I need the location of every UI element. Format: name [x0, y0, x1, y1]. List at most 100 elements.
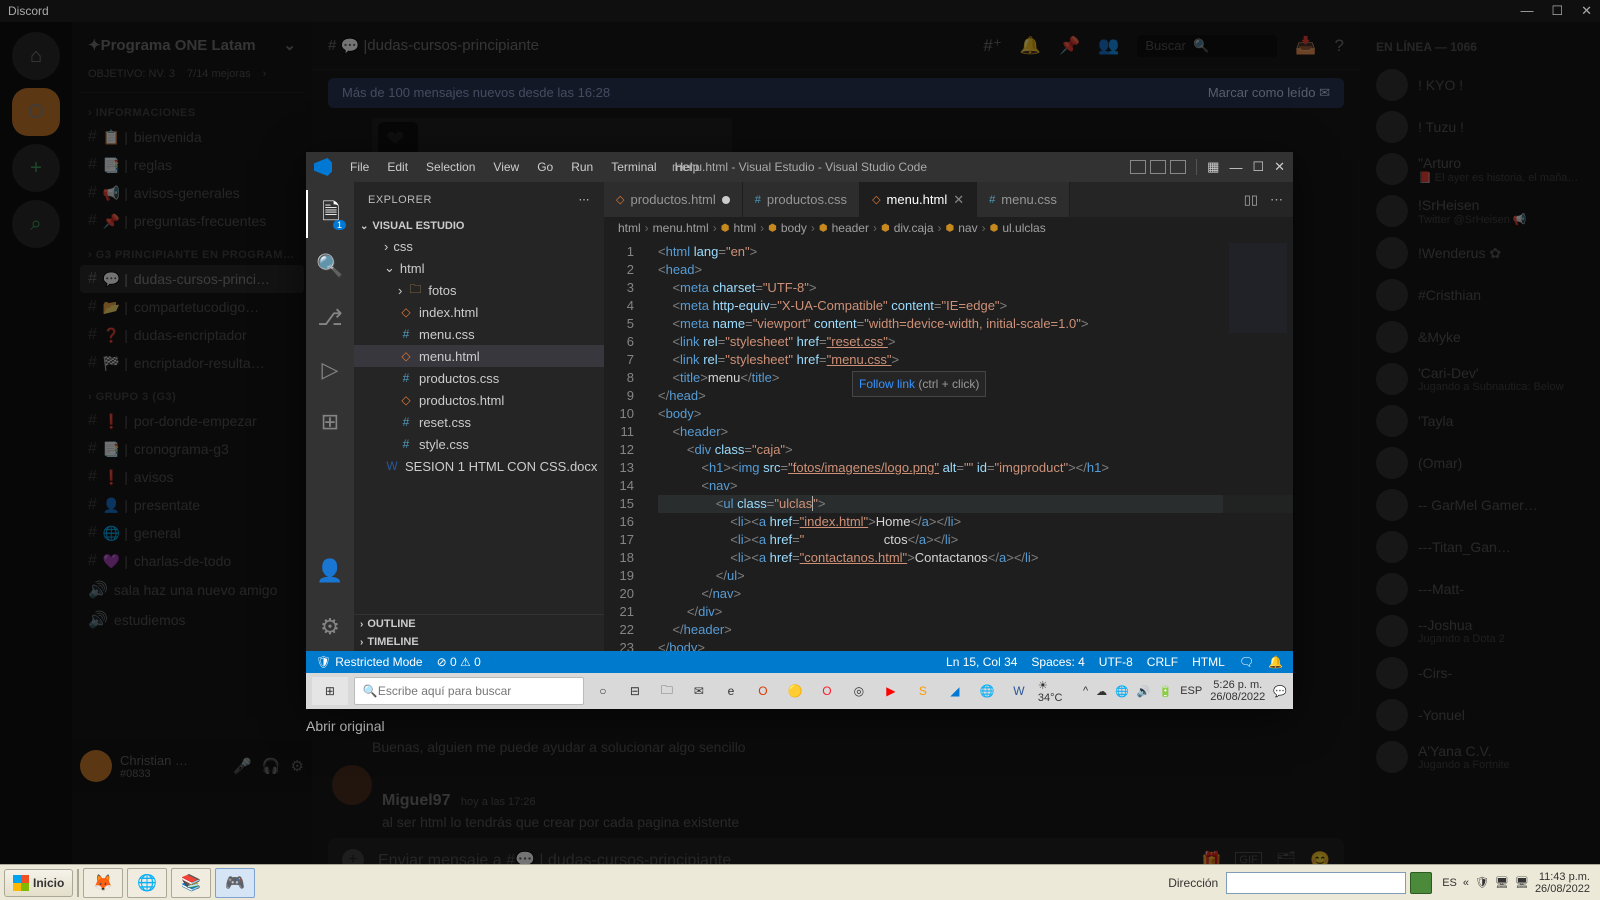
tree-file-prodhtml[interactable]: ◇productos.html — [354, 389, 604, 411]
member-item[interactable]: !Wenderus ✿ — [1370, 232, 1590, 274]
tree-file-reset[interactable]: #reset.css — [354, 411, 604, 433]
code-editor[interactable]: 1234567891011121314151617181920212223242… — [604, 239, 1293, 651]
member-item[interactable]: 'Tayla — [1370, 400, 1590, 442]
winrar-taskbar-icon[interactable]: 📚 — [171, 868, 211, 898]
menu-file[interactable]: File — [342, 156, 377, 178]
explorer-icon[interactable]: 🗎1 — [306, 190, 354, 238]
more-icon[interactable]: ⋯ — [579, 193, 591, 206]
eol-status[interactable]: CRLF — [1147, 655, 1178, 669]
chrome-taskbar-icon[interactable]: 🌐 — [127, 868, 167, 898]
channel-avisos2[interactable]: #❗ | avisos — [80, 463, 304, 491]
member-item[interactable]: "Arturo📕 El ayer es historia, el maña… — [1370, 148, 1590, 190]
sublime-icon[interactable]: S — [910, 678, 936, 704]
address-go-button[interactable] — [1410, 872, 1432, 894]
inbox-icon[interactable]: 📥 — [1295, 36, 1316, 56]
breadcrumb-segment[interactable]: ul.ulclas — [1002, 221, 1045, 235]
tree-file-index[interactable]: ◇index.html — [354, 301, 604, 323]
address-input[interactable] — [1226, 872, 1406, 894]
tree-file-style[interactable]: #style.css — [354, 433, 604, 455]
task-view-icon[interactable]: ⊟ — [622, 678, 648, 704]
avatar[interactable] — [80, 750, 112, 782]
chrome-icon[interactable]: 🌐 — [974, 678, 1000, 704]
vscode-menu[interactable]: FileEditSelectionViewGoRunTerminalHelp — [342, 156, 707, 178]
channel-encriptador[interactable]: #❓ | dudas-encriptador — [80, 321, 304, 349]
file-explorer-icon[interactable]: 🗀 — [654, 678, 680, 704]
language-indicator[interactable]: ESP — [1180, 685, 1202, 697]
tree-file-prodcss[interactable]: #productos.css — [354, 367, 604, 389]
encoding-status[interactable]: UTF-8 — [1099, 655, 1133, 669]
extensions-icon[interactable]: ⊞ — [306, 398, 354, 446]
breadcrumb-segment[interactable]: html — [733, 221, 756, 235]
breadcrumb-segment[interactable]: html — [618, 221, 641, 235]
minimize-icon[interactable]: — — [1520, 3, 1533, 19]
onedrive-icon[interactable]: ☁ — [1096, 685, 1107, 698]
settings-icon[interactable]: ⚙ — [291, 757, 304, 775]
feedback-icon[interactable]: 🗨 — [1239, 655, 1254, 669]
mark-read-button[interactable]: Marcar como leído ✉ — [1208, 85, 1330, 101]
minimize-icon[interactable]: — — [1229, 160, 1242, 175]
member-item[interactable]: (Omar) — [1370, 442, 1590, 484]
message-author[interactable]: Miguel97 — [382, 792, 450, 809]
channel-general[interactable]: #🌐 | general — [80, 519, 304, 547]
chrome-gray-icon[interactable]: ◎ — [846, 678, 872, 704]
language-status[interactable]: HTML — [1192, 655, 1225, 669]
member-item[interactable]: ---Matt- — [1370, 568, 1590, 610]
accounts-icon[interactable]: 👤 — [306, 551, 354, 599]
breadcrumb[interactable]: html›menu.html›⬢html›⬢body›⬢header›⬢div.… — [604, 217, 1293, 239]
cursor-position[interactable]: Ln 15, Col 34 — [946, 655, 1017, 669]
discord-taskbar-icon[interactable]: 🎮 — [215, 868, 255, 898]
vscode-taskbar-icon[interactable]: ◢ — [942, 678, 968, 704]
tray-chevron-icon[interactable]: « — [1463, 877, 1469, 889]
channel-dudas-cursos[interactable]: #💬 | dudas-cursos-princi… — [80, 265, 304, 293]
tab-menu-css[interactable]: #menu.css — [977, 182, 1070, 217]
avatar[interactable] — [332, 765, 372, 805]
tab-menu-html[interactable]: ◇menu.html✕ — [860, 182, 977, 217]
split-editor-icon[interactable]: ▯▯ — [1244, 192, 1258, 208]
restricted-mode[interactable]: 🛡 Restricted Mode — [316, 655, 423, 669]
language-indicator[interactable]: ES — [1442, 877, 1457, 889]
breadcrumb-segment[interactable]: nav — [958, 221, 977, 235]
help-icon[interactable]: ? — [1335, 36, 1344, 56]
problems-indicator[interactable]: ⊘ 0 ⚠ 0 — [437, 655, 481, 669]
member-item[interactable]: A'Yana C.V.Jugando a Fortnite — [1370, 736, 1590, 778]
close-icon[interactable]: ✕ — [1581, 3, 1592, 19]
tree-folder-html[interactable]: ⌄html — [354, 257, 604, 279]
clock[interactable]: 5:26 p. m.26/08/2022 — [1210, 679, 1265, 703]
notifications-icon[interactable]: 🔔 — [1268, 655, 1283, 669]
breadcrumb-segment[interactable]: body — [781, 221, 807, 235]
firefox-taskbar-icon[interactable]: 🦊 — [83, 868, 123, 898]
channel-charlas[interactable]: #💜 | charlas-de-todo — [80, 547, 304, 575]
cortana-icon[interactable]: ○ — [590, 678, 616, 704]
tree-file-menuhtml[interactable]: ◇menu.html — [354, 345, 604, 367]
explore-icon[interactable]: ⌕ — [12, 200, 60, 248]
run-debug-icon[interactable]: ▷ — [306, 346, 354, 394]
timeline-section[interactable]: ›TIMELINE — [354, 633, 604, 651]
word-icon[interactable]: W — [1006, 678, 1032, 704]
member-item[interactable]: -- GarMel Gamer… — [1370, 484, 1590, 526]
indent-status[interactable]: Spaces: 4 — [1031, 655, 1084, 669]
maximize-icon[interactable]: ☐ — [1252, 159, 1264, 175]
tray-icon[interactable]: 🖥 — [1495, 876, 1509, 889]
windows-search-input[interactable]: 🔍 Escribe aquí para buscar — [354, 677, 584, 705]
members-icon[interactable]: 👥 — [1098, 36, 1119, 56]
new-messages-bar[interactable]: Más de 100 mensajes nuevos desde las 16:… — [328, 78, 1344, 108]
manage-icon[interactable]: ⚙ — [306, 603, 354, 651]
threads-icon[interactable]: #⁺ — [983, 36, 1001, 56]
more-icon[interactable]: ⋯ — [1270, 192, 1283, 208]
add-server-icon[interactable]: + — [12, 144, 60, 192]
notifications-icon[interactable]: 🔔 — [1020, 36, 1041, 56]
mute-icon[interactable]: 🎤 — [233, 757, 252, 775]
channel-bienvenida[interactable]: #📋 | bienvenida — [80, 123, 304, 151]
member-item[interactable]: #Cristhian — [1370, 274, 1590, 316]
channel-comparte[interactable]: #📂 | compartetucodigo… — [80, 293, 304, 321]
action-center-icon[interactable]: 💬 — [1273, 685, 1287, 698]
close-icon[interactable]: ✕ — [1274, 159, 1285, 175]
maximize-icon[interactable]: ☐ — [1551, 3, 1563, 19]
security-icon[interactable]: 🛡 — [1475, 876, 1489, 889]
channel-presentate[interactable]: #👤 | presentate — [80, 491, 304, 519]
menu-view[interactable]: View — [485, 156, 527, 178]
office-icon[interactable]: O — [750, 678, 776, 704]
clock[interactable]: 11:43 p.m.26/08/2022 — [1535, 871, 1590, 895]
app-icon[interactable]: 🟡 — [782, 678, 808, 704]
member-item[interactable]: --JoshuaJugando a Dota 2 — [1370, 610, 1590, 652]
